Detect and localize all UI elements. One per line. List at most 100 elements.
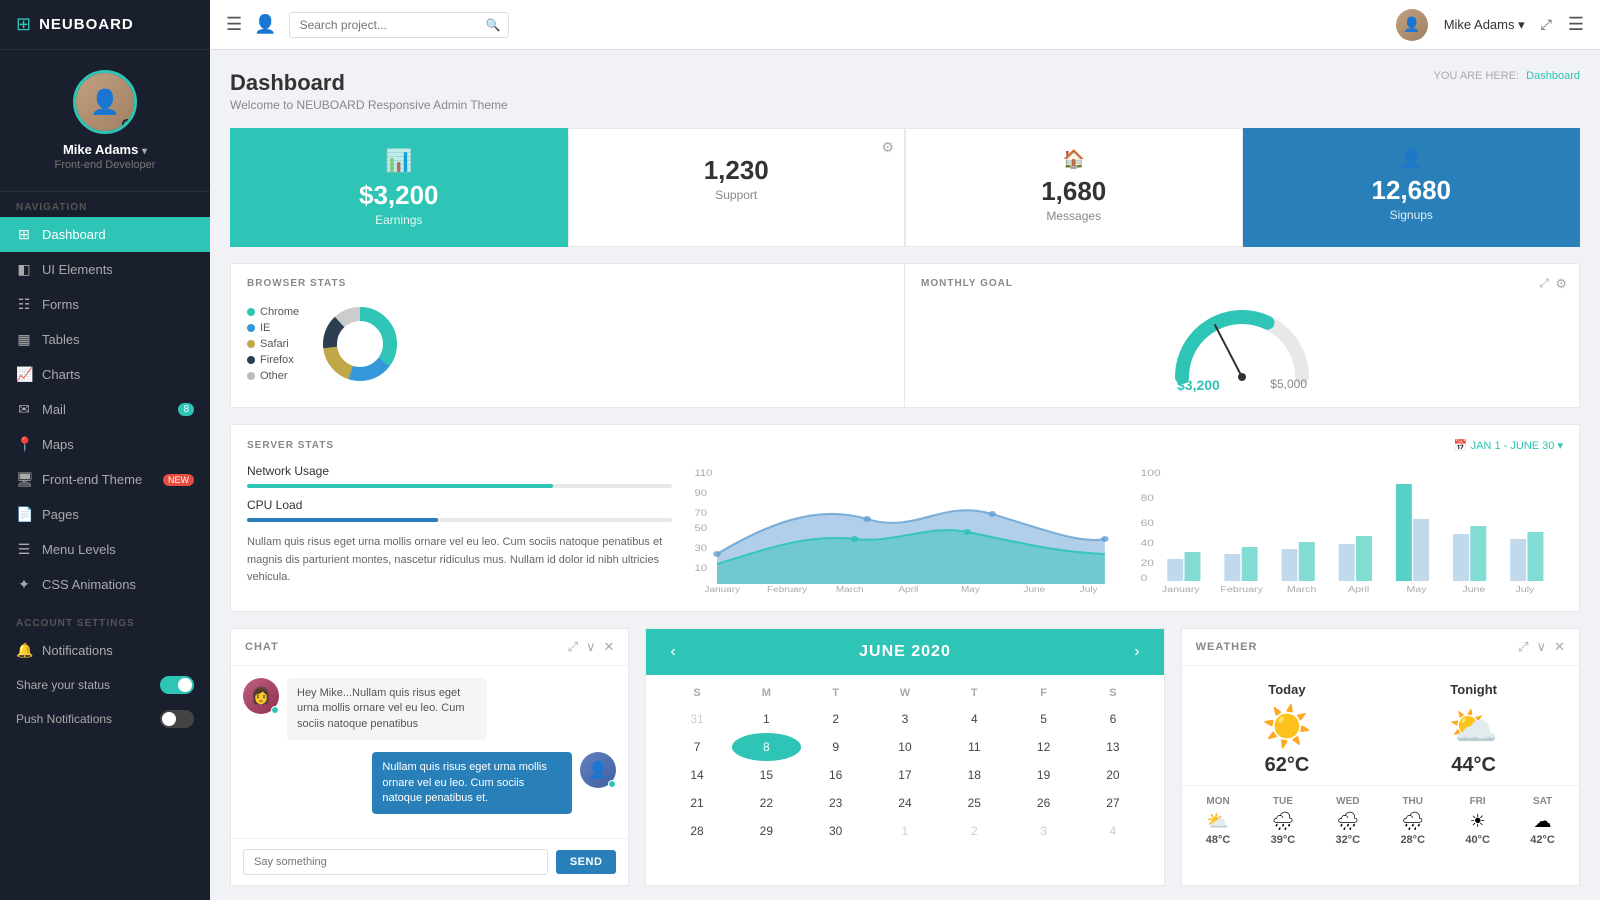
weather-expand-icon[interactable]: ⤢	[1518, 639, 1528, 655]
content-area: Dashboard Welcome to NEUBOARD Responsive…	[210, 50, 1600, 900]
cpu-progress-bar	[247, 518, 672, 522]
cal-day[interactable]: 15	[732, 761, 801, 789]
hamburger-menu[interactable]: ☰	[226, 14, 242, 35]
browser-stats-title: BROWSER STATS	[247, 278, 888, 289]
svg-text:March: March	[836, 585, 864, 594]
chat-close-icon[interactable]: ✕	[603, 639, 614, 655]
breadcrumb-current: Dashboard	[1526, 70, 1580, 82]
cal-day[interactable]: 7	[662, 733, 731, 761]
cal-day[interactable]: 2	[801, 705, 870, 733]
forecast-sat: SAT ☁ 42°C	[1510, 796, 1575, 846]
cal-day[interactable]: 20	[1078, 761, 1147, 789]
cal-day[interactable]: 31	[662, 705, 731, 733]
search-input[interactable]	[289, 12, 509, 38]
server-stats-content: Network Usage CPU Load Nullam quis risus…	[247, 464, 1563, 597]
topbar-username[interactable]: Mike Adams ▾	[1444, 17, 1525, 33]
cal-day[interactable]: 12	[1009, 733, 1078, 761]
cal-day[interactable]: 19	[1009, 761, 1078, 789]
svg-text:70: 70	[695, 509, 708, 519]
cal-day[interactable]: 22	[732, 789, 801, 817]
svg-text:20: 20	[1140, 558, 1153, 568]
cal-day[interactable]: 3	[1009, 817, 1078, 845]
calendar-header: ‹ JUNE 2020 ›	[646, 629, 1163, 675]
forecast-icon-thu: 🌧	[1380, 811, 1445, 832]
cal-day[interactable]: 16	[801, 761, 870, 789]
cal-day[interactable]: 23	[801, 789, 870, 817]
sidebar-label-charts: Charts	[42, 367, 80, 382]
sidebar-item-notifications[interactable]: 🔔 Notifications	[0, 633, 210, 668]
cal-day[interactable]: 2	[940, 817, 1009, 845]
cal-day[interactable]: 10	[870, 733, 939, 761]
cal-day[interactable]: 27	[1078, 789, 1147, 817]
browser-stats-content: Chrome IE Safari Firefox	[247, 299, 888, 389]
cal-day[interactable]: 6	[1078, 705, 1147, 733]
date-range[interactable]: 📅 JAN 1 - JUNE 30 ▾	[1454, 439, 1563, 452]
cal-day[interactable]: 29	[732, 817, 801, 845]
cal-day[interactable]: 26	[1009, 789, 1078, 817]
sidebar-item-tables[interactable]: ▦ Tables	[0, 322, 210, 357]
weather-header: WEATHER ⤢ ∨ ✕	[1182, 629, 1579, 666]
profile-icon[interactable]: 👤	[254, 14, 276, 35]
cal-day[interactable]: 24	[870, 789, 939, 817]
cal-day-today[interactable]: 8	[732, 733, 801, 761]
sidebar-item-maps[interactable]: 📍 Maps	[0, 427, 210, 462]
chat-header: CHAT ⤢ ∨ ✕	[231, 629, 628, 666]
cal-day[interactable]: 30	[801, 817, 870, 845]
gauge-chart	[1167, 297, 1317, 387]
cal-day[interactable]: 1	[732, 705, 801, 733]
cal-day[interactable]: 28	[662, 817, 731, 845]
topbar-menu-icon[interactable]: ☰	[1568, 14, 1584, 35]
calendar-prev[interactable]: ‹	[666, 643, 679, 661]
forecast-icon-tue: 🌧	[1250, 811, 1315, 832]
share-status-toggle[interactable]	[160, 676, 194, 694]
share-status-row: Share your status	[0, 668, 210, 702]
sidebar-item-ui-elements[interactable]: ◧ UI Elements	[0, 252, 210, 287]
sidebar-item-pages[interactable]: 📄 Pages	[0, 497, 210, 532]
cal-day[interactable]: 18	[940, 761, 1009, 789]
cal-day[interactable]: 5	[1009, 705, 1078, 733]
monthly-goal-card: MONTHLY GOAL ⤢ ⚙ $3,200	[905, 263, 1580, 408]
gear-icon[interactable]: ⚙	[881, 139, 894, 156]
calendar-next[interactable]: ›	[1130, 643, 1143, 661]
goal-gear-icon[interactable]: ⚙	[1555, 276, 1567, 292]
cal-day[interactable]: 4	[940, 705, 1009, 733]
chat-expand-icon[interactable]: ⤢	[568, 639, 578, 655]
cal-day[interactable]: 21	[662, 789, 731, 817]
goal-expand-icon[interactable]: ⤢	[1539, 276, 1549, 291]
messages-icon: 🏠	[926, 149, 1222, 170]
sidebar-item-menu-levels[interactable]: ☰ Menu Levels	[0, 532, 210, 567]
goal-current: $3,200	[1177, 377, 1220, 393]
chat-bubble-other: Hey Mike...Nullam quis risus eget urna m…	[287, 678, 487, 740]
today-weather: Today ☀️ 62°C	[1262, 682, 1312, 777]
cal-day[interactable]: 17	[870, 761, 939, 789]
sidebar-username[interactable]: Mike Adams ▾	[16, 142, 194, 157]
cal-day[interactable]: 13	[1078, 733, 1147, 761]
svg-text:110: 110	[695, 469, 713, 479]
monthly-goal-title: MONTHLY GOAL	[921, 278, 1563, 289]
cal-day[interactable]: 3	[870, 705, 939, 733]
messages-label: Messages	[926, 209, 1222, 223]
sidebar-item-mail[interactable]: ✉ Mail 8	[0, 392, 210, 427]
sidebar-item-charts[interactable]: 📈 Charts	[0, 357, 210, 392]
sidebar-item-frontend-theme[interactable]: 🖥 Front-end Theme NEW	[0, 462, 210, 497]
page-title: Dashboard	[230, 70, 508, 96]
menu-icon: ☰	[16, 541, 32, 558]
cal-day[interactable]: 1	[870, 817, 939, 845]
cal-day[interactable]: 11	[940, 733, 1009, 761]
chat-collapse-icon[interactable]: ∨	[586, 639, 596, 655]
sidebar-item-css-animations[interactable]: ✦ CSS Animations	[0, 567, 210, 602]
cal-day[interactable]: 9	[801, 733, 870, 761]
sidebar-item-forms[interactable]: ☷ Forms	[0, 287, 210, 322]
chat-input[interactable]	[243, 849, 548, 875]
calendar-grid: S M T W T F S 31 1 2 3 4	[646, 675, 1163, 857]
sidebar-item-dashboard[interactable]: ⊞ Dashboard	[0, 217, 210, 252]
push-notifications-toggle[interactable]	[160, 710, 194, 728]
cal-day[interactable]: 25	[940, 789, 1009, 817]
cal-day[interactable]: 14	[662, 761, 731, 789]
expand-icon[interactable]: ⤢	[1541, 16, 1552, 33]
cal-day[interactable]: 4	[1078, 817, 1147, 845]
weather-close-icon[interactable]: ✕	[1554, 639, 1565, 655]
weather-collapse-icon[interactable]: ∨	[1537, 639, 1547, 655]
chat-input-row: SEND	[231, 838, 628, 885]
send-button[interactable]: SEND	[556, 850, 617, 874]
